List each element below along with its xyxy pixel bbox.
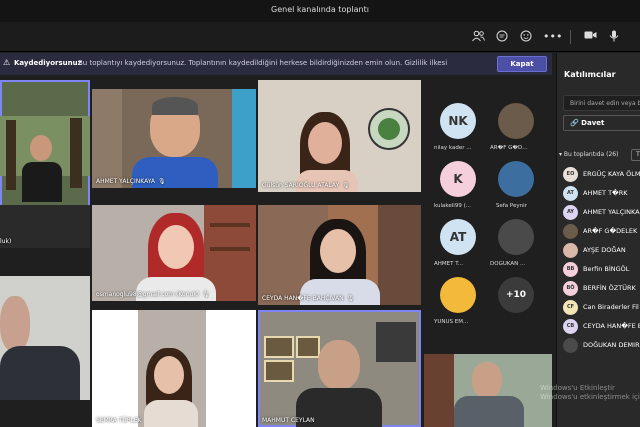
muted-mic-icon: 🎙 xyxy=(202,291,210,298)
avatar: BB xyxy=(563,262,578,277)
section-label: Bu toplantıda (26) xyxy=(563,151,619,158)
meeting-toolbar: ••• xyxy=(0,22,640,52)
video-tile-left-bottom[interactable] xyxy=(0,276,90,400)
participant-name: SEMRA TÜPLEK xyxy=(96,417,142,424)
avatar-label: DOĞUKAN ... xyxy=(490,261,526,267)
participant-row[interactable]: AY AHMET YALÇINKA xyxy=(563,204,640,222)
video-tile[interactable]: MAHMUT CEYLAN xyxy=(258,310,421,427)
participant-name: DOĞUKAN DEMIR xyxy=(583,341,640,349)
participant-name: BERFİN ÖZTÜRK xyxy=(583,284,636,292)
invite-input[interactable]: Birini davet edin veya b xyxy=(563,95,640,111)
avatar: BÖ xyxy=(563,281,578,296)
participants-icon[interactable] xyxy=(471,30,485,44)
title-bar: Genel kanalında toplantı xyxy=(0,0,640,22)
share-icon: 🔗 xyxy=(570,119,582,127)
avatar: CF xyxy=(563,300,578,315)
avatar-label: AR�F G�D... xyxy=(490,145,528,151)
teams-meeting-window: Genel kanalında toplantı ••• ⚠ Kaydediyo… xyxy=(0,0,640,427)
participant-row[interactable]: CF Can Biraderler Fil xyxy=(563,299,640,317)
avatar-label: nilay kader ... xyxy=(434,145,472,151)
share-invite-button[interactable]: 🔗 Davet xyxy=(563,115,640,131)
participant-name: osmanoglu98@gmail.com (Konuk) 🎙 xyxy=(96,291,210,298)
avatar: AY xyxy=(563,205,578,220)
participant-name: Gülsün SARIOĞLU ATALAY 🎙 xyxy=(262,182,350,189)
video-tile[interactable]: SEMRA TÜPLEK xyxy=(92,310,256,427)
participant-row[interactable]: AYŞE DOĞAN xyxy=(563,242,640,260)
video-tile[interactable]: CEYDA HAN�FE BAHÇIVAN 🎙 xyxy=(258,205,421,305)
participant-name: AHMET YALÇINKAYA 🎙 xyxy=(96,178,166,185)
avatar-photo xyxy=(498,103,534,139)
video-tile[interactable]: osmanoglu98@gmail.com (Konuk) 🎙 xyxy=(92,205,256,301)
participant-name: CEYDA HAN�FE BAHÇIVAN 🎙 xyxy=(262,295,355,302)
avatar: K xyxy=(440,161,476,197)
avatar: AT xyxy=(563,186,578,201)
watermark-line: Windows'u etkinleştirmek için A xyxy=(540,393,640,401)
avatar-overflow-count: +10 xyxy=(498,277,534,313)
video-tile[interactable]: AHMET YALÇINKAYA 🎙 xyxy=(92,89,256,188)
toolbar-divider xyxy=(570,30,571,44)
muted-mic-icon: 🎙 xyxy=(342,182,350,189)
participant-row[interactable]: BB Berfin BİNGÖL xyxy=(563,261,640,279)
participant-name: AYŞE DOĞAN xyxy=(583,246,626,254)
watermark-line: Windows'u Etkinleştir xyxy=(540,384,615,392)
avatar-label: Sefa Peynir xyxy=(496,203,527,209)
avatar-label: YUNUS EM... xyxy=(434,319,469,325)
warning-icon: ⚠ xyxy=(3,58,11,67)
video-tile-bottom-right[interactable] xyxy=(424,354,552,427)
avatar xyxy=(563,338,578,353)
chat-icon[interactable] xyxy=(495,30,509,44)
participant-row[interactable]: EO ERGÜÇ KAYA ÖLM xyxy=(563,166,640,184)
participant-name: MAHMUT CEYLAN xyxy=(262,417,315,424)
participant-name: AHMET T�RK xyxy=(583,189,628,197)
avatar-photo xyxy=(498,161,534,197)
participant-name: CEYDA HAN�FE B xyxy=(583,322,640,330)
banner-message: Bu toplantıyı kaydediyorsunuz. Toplantın… xyxy=(78,59,448,67)
participant-name: luk) xyxy=(0,238,12,245)
muted-mic-icon: 🎙 xyxy=(346,295,355,302)
more-icon[interactable]: ••• xyxy=(543,30,562,44)
banner-title: Kaydediyorsunuz xyxy=(14,59,82,67)
participant-name: Berfin BİNGÖL xyxy=(583,265,630,273)
participant-row[interactable]: AR�F G�DELEK xyxy=(563,223,640,241)
camera-icon[interactable] xyxy=(583,30,597,44)
video-tile[interactable]: Gülsün SARIOĞLU ATALAY 🎙 xyxy=(258,80,421,192)
avatar: CB xyxy=(563,319,578,334)
participant-row[interactable]: BÖ BERFİN ÖZTÜRK xyxy=(563,280,640,298)
avatar: AT xyxy=(440,219,476,255)
share-invite-label: Davet xyxy=(581,119,605,127)
participant-row[interactable]: AT AHMET T�RK xyxy=(563,185,640,203)
in-meeting-section-header[interactable]: ▾ Bu toplantıda (26) xyxy=(559,151,618,158)
window-title: Genel kanalında toplantı xyxy=(271,5,369,14)
avatar-photo xyxy=(498,219,534,255)
avatar-label: kulakeli99 (... xyxy=(434,203,471,209)
avatar xyxy=(563,224,578,239)
participant-name: AR�F G�DELEK xyxy=(583,227,638,235)
avatar-label: AHMET T... xyxy=(434,261,464,267)
avatar: NK xyxy=(440,103,476,139)
participant-name: AHMET YALÇINKA xyxy=(583,208,640,216)
participant-name: ERGÜÇ KAYA ÖLM xyxy=(583,170,640,178)
mic-icon[interactable] xyxy=(607,30,621,44)
panel-title: Katılımcılar xyxy=(564,70,616,79)
windows-activation-watermark: Windows'u Etkinleştir Windows'u etkinleş… xyxy=(540,384,640,402)
mute-all-button[interactable]: T xyxy=(631,149,640,161)
reactions-icon[interactable] xyxy=(519,30,533,44)
participant-row[interactable]: CB CEYDA HAN�FE B xyxy=(563,318,640,336)
video-tile-left-top[interactable]: luk) xyxy=(0,80,90,248)
participant-name: Can Biraderler Fil xyxy=(583,303,639,311)
recording-banner: ⚠ Kaydediyorsunuz Bu toplantıyı kaydediy… xyxy=(0,53,552,75)
close-banner-button[interactable]: Kapat xyxy=(497,56,547,72)
muted-mic-icon: 🎙 xyxy=(158,178,166,185)
avatar: EO xyxy=(563,167,578,182)
participant-row[interactable]: DOĞUKAN DEMIR xyxy=(563,337,640,355)
avatar-photo xyxy=(440,277,476,313)
participants-panel: Katılımcılar Birini davet edin veya b 🔗 … xyxy=(556,53,640,427)
avatar xyxy=(563,243,578,258)
